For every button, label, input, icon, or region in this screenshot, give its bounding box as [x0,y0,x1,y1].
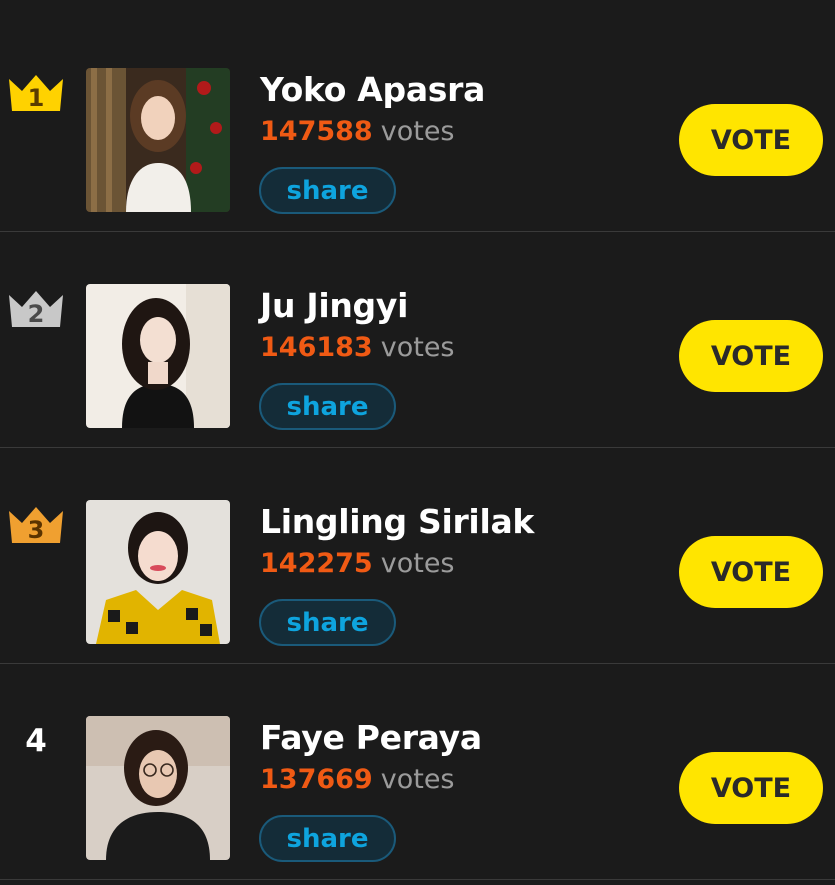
share-button[interactable]: share [259,599,396,646]
vote-count: 147588 [260,116,373,147]
vote-tally: 137669 votes [260,764,455,795]
contestant-name: Ju Jingyi [260,286,409,325]
vote-button[interactable]: VOTE [679,104,823,176]
vote-count: 137669 [260,764,373,795]
leaderboard-row: 4 Faye Peraya 137669 votes share VOTE [0,664,835,880]
avatar [86,500,230,644]
share-button[interactable]: share [259,815,396,862]
vote-button[interactable]: VOTE [679,320,823,392]
rank-badge: 1 [0,66,72,120]
leaderboard-list: 1 Yoko Apasra 147588 votes share VOTE 2 … [0,0,835,885]
vote-tally: 146183 votes [260,332,455,363]
rank-number: 2 [28,300,45,328]
votes-label: votes [380,116,455,147]
avatar [86,716,230,860]
crown-icon: 1 [9,75,63,112]
avatar [86,284,230,428]
votes-label: votes [380,548,455,579]
rank-number: 3 [28,516,45,544]
vote-count: 146183 [260,332,373,363]
rank-badge: 2 [0,282,72,336]
votes-label: votes [380,332,455,363]
share-button[interactable]: share [259,383,396,430]
rank-badge: 4 [0,714,72,768]
rank-badge: 3 [0,498,72,552]
contestant-name: Yoko Apasra [260,70,486,109]
avatar [86,68,230,212]
vote-tally: 147588 votes [260,116,455,147]
vote-button[interactable]: VOTE [679,752,823,824]
contestant-name: Faye Peraya [260,718,482,757]
leaderboard-row: 1 Yoko Apasra 147588 votes share VOTE [0,16,835,232]
contestant-name: Lingling Sirilak [260,502,535,541]
rank-number: 1 [28,84,45,112]
votes-label: votes [380,764,455,795]
crown-icon: 2 [9,291,63,328]
share-button[interactable]: share [259,167,396,214]
leaderboard-row: 2 Ju Jingyi 146183 votes share VOTE [0,232,835,448]
vote-tally: 142275 votes [260,548,455,579]
rank-number: 4 [25,723,47,759]
crown-icon: 3 [9,507,63,544]
vote-button[interactable]: VOTE [679,536,823,608]
leaderboard-row: 3 Lingling Sirilak 142275 votes share VOT… [0,448,835,664]
vote-count: 142275 [260,548,373,579]
